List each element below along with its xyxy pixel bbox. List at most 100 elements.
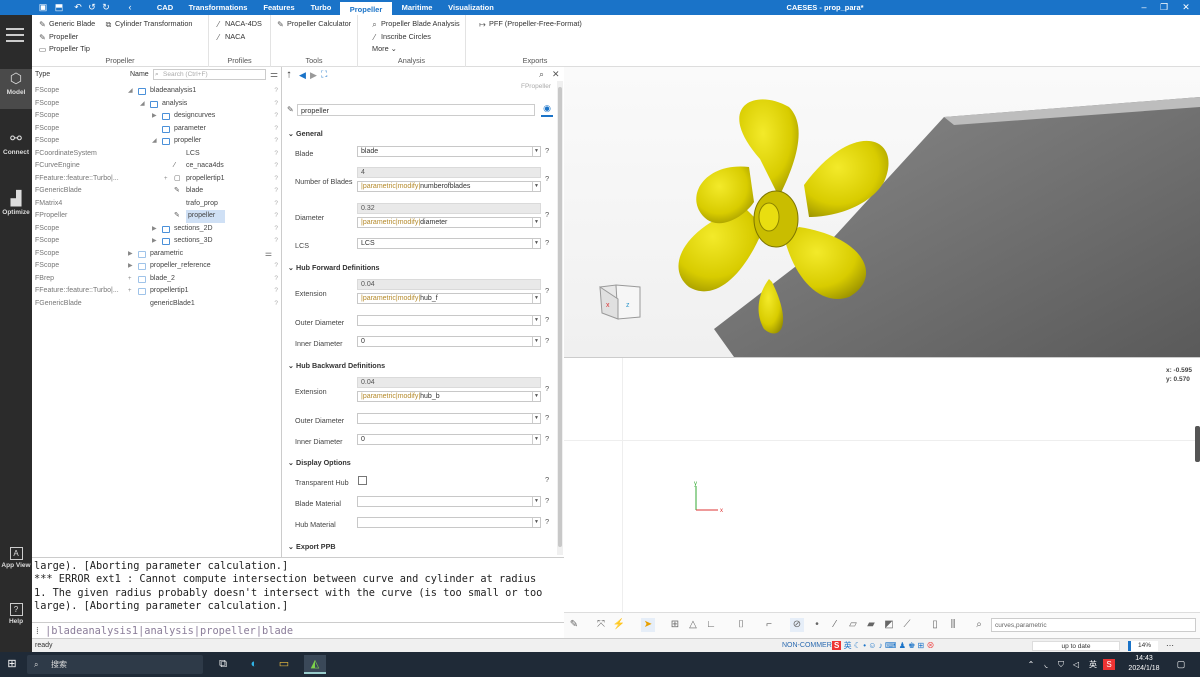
undo-icon[interactable]: ↶ xyxy=(73,2,83,12)
expand-plus-icon[interactable]: + xyxy=(128,273,132,286)
tree-row[interactable]: FScope ▶ sections_3D? xyxy=(32,235,282,248)
tree-row-help-icon[interactable]: ? xyxy=(274,135,278,148)
expand-arrow-icon[interactable]: ◢ xyxy=(140,98,145,111)
back-icon[interactable]: ‹ xyxy=(125,2,135,12)
propeller-blade-analysis-button[interactable]: ⌕ Propeller Blade Analysis xyxy=(370,18,459,29)
tree-row-help-icon[interactable]: ? xyxy=(274,98,278,111)
settings-icon[interactable]: ⚌ xyxy=(265,248,272,261)
hub-forward-extension-expression[interactable]: |parametric|modify|hub_f ▼ xyxy=(357,293,541,304)
hub-backward-outer-diameter-field[interactable]: ▼ xyxy=(357,413,541,424)
help-icon[interactable]: ? xyxy=(545,286,549,295)
tree-row[interactable]: FScope ▶ designcurves? xyxy=(32,110,282,123)
more-dropdown[interactable]: More ⌄ xyxy=(372,43,397,54)
help-icon[interactable]: ? xyxy=(545,174,549,183)
smile-icon[interactable]: ☺ xyxy=(868,641,876,650)
help-icon[interactable]: ? xyxy=(545,384,549,393)
taskbar-search[interactable]: ⌕ 搜索 xyxy=(27,655,203,674)
tree-row-help-icon[interactable]: ? xyxy=(274,148,278,161)
tab-maritime[interactable]: Maritime xyxy=(396,0,438,15)
tree-row-help-icon[interactable]: ? xyxy=(274,298,278,311)
grid-apps-icon[interactable]: ⊞ xyxy=(918,641,925,650)
ime-language[interactable]: 英 xyxy=(844,641,852,650)
lcs-select[interactable]: LCS ▼ xyxy=(357,238,541,249)
column-header-name[interactable]: Name xyxy=(130,71,149,78)
surface-icon[interactable]: ▱ xyxy=(846,618,860,632)
help-icon[interactable]: ? xyxy=(545,210,549,219)
chevron-up-icon[interactable]: ⌃ xyxy=(1026,655,1036,674)
tree-row-help-icon[interactable]: ? xyxy=(274,173,278,186)
close-icon[interactable]: ✕ xyxy=(552,69,560,80)
snap-icon[interactable]: ⚡ xyxy=(612,618,626,632)
expand-arrow-icon[interactable]: ▶ xyxy=(152,223,157,236)
help-icon[interactable]: ? xyxy=(545,238,549,247)
ime-indicator[interactable]: 英 xyxy=(1087,655,1099,674)
expand-arrow-icon[interactable]: ▶ xyxy=(152,110,157,123)
search-input[interactable]: ⌕ Search (Ctrl+F) xyxy=(153,69,266,80)
help-icon[interactable]: ? xyxy=(545,146,549,155)
blade-material-select[interactable]: ▼ xyxy=(357,496,541,507)
help-icon[interactable]: ? xyxy=(545,434,549,443)
section-display-options[interactable]: ⌄ Display Options xyxy=(288,458,351,467)
filter-settings-icon[interactable]: ⚌ xyxy=(270,69,278,80)
section-general[interactable]: ⌄ General xyxy=(288,129,323,138)
pff-export-button[interactable]: ↦ PFF (Propeller-Free-Format) xyxy=(478,18,582,29)
ime-s-icon[interactable]: S xyxy=(832,641,842,650)
expand-icon[interactable]: ⛶ xyxy=(321,69,327,80)
propeller-calculator-button[interactable]: ✎ Propeller Calculator xyxy=(276,18,351,29)
redo-icon[interactable]: ↻ xyxy=(101,2,111,12)
number-of-blades-expression[interactable]: |parametric|modify|numberofblades ▼ xyxy=(357,181,541,192)
section-hub-forward[interactable]: ⌄ Hub Forward Definitions xyxy=(288,263,379,272)
more-options-icon[interactable]: ⋯ xyxy=(1166,639,1174,653)
folder-icon[interactable]: ▣ xyxy=(38,2,48,12)
help-icon[interactable]: ? xyxy=(545,496,549,505)
moon-icon[interactable]: ☾ xyxy=(854,641,861,650)
tree-row[interactable]: FScope parameter? xyxy=(32,123,282,136)
undo-history-icon[interactable]: ↺ xyxy=(87,2,97,12)
shield-icon[interactable]: ⛉ xyxy=(1055,655,1067,674)
point-icon[interactable]: • xyxy=(810,618,824,632)
help-icon[interactable]: ? xyxy=(545,517,549,526)
windows-start-icon[interactable]: ⊞ xyxy=(4,655,20,674)
search-icon[interactable]: ⌕ xyxy=(972,618,986,632)
help-icon[interactable]: ? xyxy=(545,413,549,422)
naca-4ds-button[interactable]: ⁄ NACA-4DS xyxy=(214,18,262,29)
help-icon[interactable]: ? xyxy=(545,475,549,484)
hub-backward-inner-diameter-field[interactable]: 0 ▼ xyxy=(357,434,541,445)
grid-icon[interactable]: ⊞ xyxy=(668,618,682,632)
tab-visualization[interactable]: Visualization xyxy=(443,0,499,15)
mic-icon[interactable]: ♪ xyxy=(879,641,883,650)
hide-icon[interactable]: ⊘ xyxy=(790,618,804,632)
expand-plus-icon[interactable]: + xyxy=(128,285,132,298)
expand-arrow-icon[interactable]: ◢ xyxy=(152,135,157,148)
tree-row[interactable]: FScope ▶ sections_2D? xyxy=(32,223,282,236)
2d-viewport[interactable]: x: -0.595 y: 0.570 y x xyxy=(564,357,1200,613)
hub-backward-extension-expression[interactable]: |parametric|modify|hub_b ▼ xyxy=(357,391,541,402)
expand-plus-icon[interactable]: + xyxy=(164,173,168,186)
keyboard-icon[interactable]: ⌨ xyxy=(885,641,897,650)
visibility-eye-icon[interactable]: ◉ xyxy=(541,103,553,117)
section-export-ppb[interactable]: ⌄ Export PPB xyxy=(288,542,336,551)
3d-viewport[interactable]: x z xyxy=(564,67,1200,357)
section-hub-backward[interactable]: ⌄ Hub Backward Definitions xyxy=(288,361,385,370)
tree-row[interactable]: FScope ▶ propeller_reference? xyxy=(32,260,282,273)
tree-row[interactable]: FFeature::feature::Turbo|... + ▢ propellert… xyxy=(32,173,282,186)
propeller-button[interactable]: ✎ Propeller xyxy=(38,31,78,42)
page-icon[interactable]: ▯ xyxy=(928,618,942,632)
inscribe-circles-button[interactable]: ⁄ Inscribe Circles xyxy=(370,31,431,42)
side-panel-handle[interactable] xyxy=(1195,426,1200,462)
tree-row-help-icon[interactable]: ? xyxy=(274,110,278,123)
dot-icon[interactable]: • xyxy=(863,641,866,650)
sogou-icon[interactable]: S xyxy=(1103,659,1115,670)
tree-row-help-icon[interactable]: ? xyxy=(274,160,278,173)
forward-arrow-icon[interactable]: ▶ xyxy=(310,70,317,81)
tree-row-help-icon[interactable]: ? xyxy=(274,85,278,98)
search-icon[interactable]: ⌕ xyxy=(539,69,544,80)
edit-icon[interactable]: ✎ xyxy=(287,105,294,114)
sidebar-item-help[interactable]: ? Help xyxy=(0,603,32,643)
expand-arrow-icon[interactable]: ◢ xyxy=(128,85,133,98)
clock[interactable]: 14:43 2024/1/18 xyxy=(1124,654,1164,674)
help-icon[interactable]: ? xyxy=(545,336,549,345)
select-cursor-icon[interactable]: ➤ xyxy=(641,618,655,632)
scrollbar-thumb[interactable] xyxy=(558,87,562,547)
expand-arrow-icon[interactable]: ▶ xyxy=(152,235,157,248)
